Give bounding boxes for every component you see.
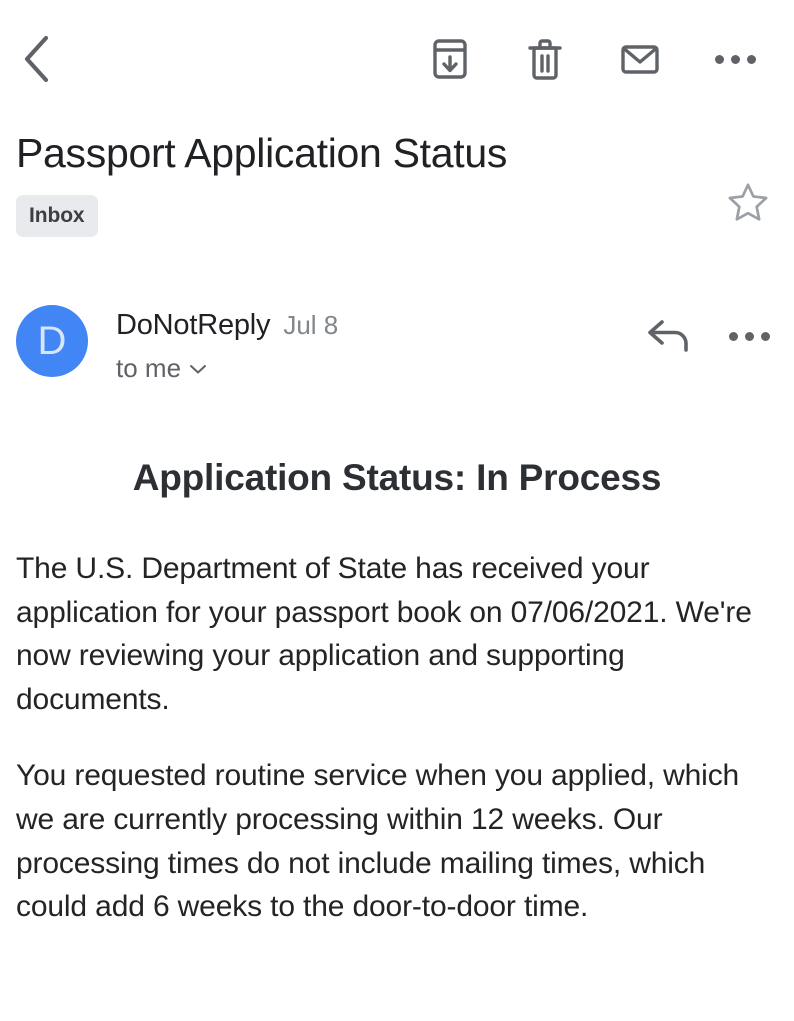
top-toolbar [0,0,794,118]
archive-icon [430,37,470,81]
chevron-down-icon [189,363,207,375]
trash-icon [526,37,564,81]
label-chip-row: Inbox [16,195,778,238]
recipient-toggle[interactable]: to me [116,354,644,384]
envelope-icon [619,38,661,80]
label-chip-inbox[interactable]: Inbox [16,195,98,238]
reply-arrow-icon [647,317,691,355]
sender-info: DoNotReply Jul 8 to me [88,305,644,384]
mark-unread-button[interactable] [609,28,671,90]
more-options-button[interactable] [704,28,766,90]
chevron-left-icon [22,34,52,84]
message-heading: Application Status: In Process [132,457,662,499]
more-horizontal-icon [728,331,770,341]
message-date: Jul 8 [283,310,339,341]
message-actions [644,305,774,361]
recipient-label: to me [116,353,182,384]
reply-button[interactable] [644,311,694,361]
subject-block: Passport Application Status Inbox [0,118,794,238]
sender-row: D DoNotReply Jul 8 to me [0,305,794,384]
sender-name-line: DoNotReply Jul 8 [116,309,644,342]
back-button[interactable] [6,28,68,90]
message-paragraph: You requested routine service when you a… [16,758,740,924]
message-body: Application Status: In Process The U.S. … [0,456,794,929]
star-outline-icon [727,181,769,223]
toolbar-actions [419,28,774,90]
more-horizontal-icon [714,54,756,64]
sender-name[interactable]: DoNotReply [116,309,271,342]
message-more-options-button[interactable] [724,311,774,361]
star-button[interactable] [722,176,774,228]
archive-button[interactable] [419,28,481,90]
message-paragraph: The U.S. Department of State has receive… [16,551,752,717]
delete-button[interactable] [514,28,576,90]
page-title: Passport Application Status [16,130,508,176]
avatar[interactable]: D [16,305,88,378]
email-detail-screen: Passport Application Status Inbox D DoNo… [0,0,794,1021]
